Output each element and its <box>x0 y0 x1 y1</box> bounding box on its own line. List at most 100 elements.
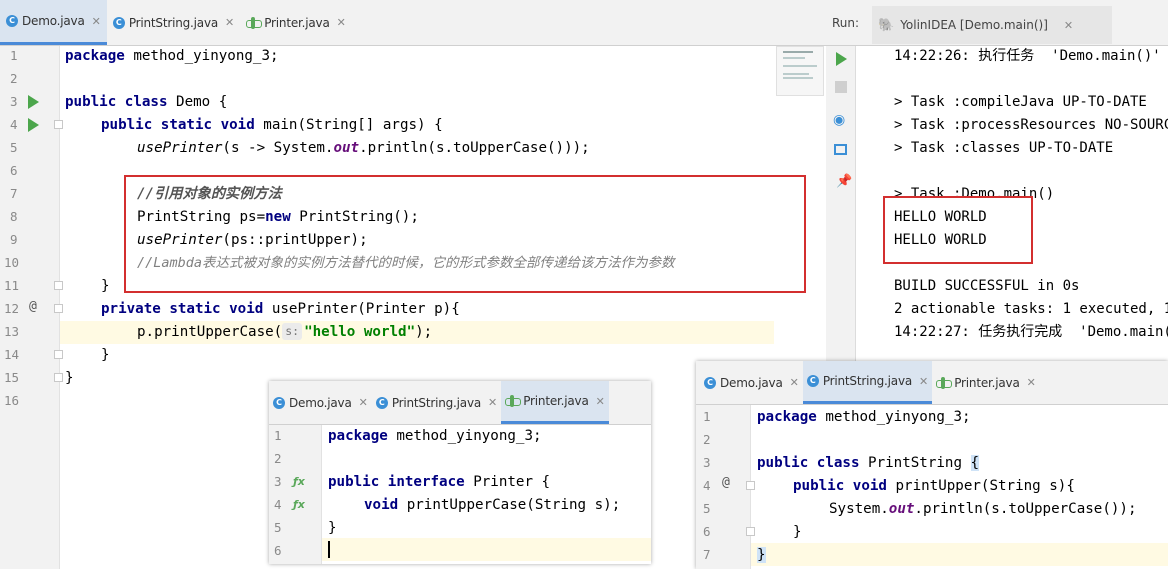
override-icon[interactable]: @ <box>722 475 730 490</box>
tab-label: Printer.java <box>954 375 1020 390</box>
parameter-hint: s: <box>282 323 303 340</box>
printer-editor-tabbar: C Demo.java ✕ C PrintString.java ✕ Print… <box>269 381 651 425</box>
implemented-icon[interactable]: ƒx <box>293 475 305 488</box>
line-number: 4 <box>703 478 711 493</box>
line-number: 5 <box>703 501 711 516</box>
console-line: > Task :compileJava UP-TO-DATE <box>894 94 1147 110</box>
implemented-icon[interactable]: ƒx <box>293 498 305 511</box>
interface-icon <box>246 16 263 29</box>
run-main-icon[interactable] <box>28 118 39 132</box>
class-icon: C <box>704 376 716 389</box>
layout-icon[interactable] <box>834 144 847 155</box>
fold-icon[interactable] <box>746 481 755 490</box>
line-number: 3 <box>703 455 711 470</box>
code-line: package method_yinyong_3; <box>328 428 542 444</box>
matched-brace: { <box>970 455 980 471</box>
close-icon[interactable]: ✕ <box>790 376 799 389</box>
close-icon[interactable]: ✕ <box>92 15 101 28</box>
console-line: > Task :classes UP-TO-DATE <box>894 140 1114 156</box>
close-icon[interactable]: ✕ <box>488 396 497 409</box>
line-number: 4 <box>10 117 18 132</box>
console-line: BUILD SUCCESSFUL in 0s <box>894 278 1080 294</box>
tab-printer-java[interactable]: Printer.java ✕ <box>240 0 352 45</box>
fold-icon[interactable] <box>54 304 63 313</box>
class-icon: C <box>112 16 125 29</box>
run-panel-header: Run: 🐘 YolinIDEA [Demo.main()] ✕ <box>826 0 1168 46</box>
class-icon: C <box>6 15 18 27</box>
code-line: public interface Printer { <box>328 474 551 490</box>
interface-icon <box>505 395 522 407</box>
fold-icon[interactable] <box>746 527 755 536</box>
fold-icon[interactable] <box>54 281 63 290</box>
close-icon[interactable]: ✕ <box>596 395 605 408</box>
printstring-code-editor[interactable]: 1 2 3 4 5 6 7 @ package method_yinyong_3… <box>696 405 1168 569</box>
tab-label: Demo.java <box>22 14 85 28</box>
line-number: 9 <box>10 232 18 247</box>
rerun-icon[interactable] <box>836 52 847 66</box>
line-number: 5 <box>274 520 282 535</box>
line-number: 2 <box>10 71 18 86</box>
line-number: 10 <box>4 255 20 270</box>
pin-icon[interactable]: 📌 <box>836 174 852 189</box>
printstring-editor-tabbar: C Demo.java ✕ C PrintString.java ✕ Print… <box>696 361 1168 405</box>
override-icon[interactable]: @ <box>29 299 37 314</box>
console-line: 14:22:27: 任务执行完成 'Demo.main()' <box>894 324 1168 340</box>
printer-code-editor[interactable]: 1 2 3 4 5 6 ƒx ƒx package method_yinyong… <box>269 425 651 564</box>
current-line-highlight <box>322 538 651 561</box>
close-icon[interactable]: ✕ <box>225 16 234 29</box>
line-number: 11 <box>4 278 20 293</box>
code-line: public class Demo { <box>65 94 228 110</box>
minimap <box>776 46 824 96</box>
tab-label: Printer.java <box>523 394 589 408</box>
fold-icon[interactable] <box>54 120 63 129</box>
fold-icon[interactable] <box>54 350 63 359</box>
line-number: 16 <box>4 393 20 408</box>
tab-demo-java[interactable]: C Demo.java ✕ <box>0 0 107 45</box>
line-number: 12 <box>4 301 20 316</box>
line-number: 7 <box>10 186 18 201</box>
run-tab-label: YolinIDEA [Demo.main()] <box>900 18 1048 32</box>
close-icon[interactable]: ✕ <box>919 375 928 388</box>
tab-demo-java[interactable]: C Demo.java ✕ <box>696 361 803 404</box>
code-line: p.printUpperCase(s: "hello world"); <box>137 323 433 340</box>
line-number: 6 <box>703 524 711 539</box>
line-number: 7 <box>703 547 711 562</box>
class-icon: C <box>806 375 819 387</box>
line-number: 1 <box>703 409 711 424</box>
code-line: package method_yinyong_3; <box>757 409 971 425</box>
tab-demo-java[interactable]: C Demo.java ✕ <box>269 381 372 424</box>
eye-icon[interactable]: ◉ <box>833 112 845 128</box>
stop-icon[interactable] <box>835 81 847 93</box>
code-line: } <box>757 544 766 567</box>
tab-printer-java[interactable]: Printer.java ✕ <box>501 381 609 424</box>
close-icon[interactable]: ✕ <box>359 396 368 409</box>
class-icon: C <box>273 396 285 409</box>
run-config-tab[interactable]: 🐘 YolinIDEA [Demo.main()] ✕ <box>872 6 1112 44</box>
line-number: 1 <box>10 48 18 63</box>
close-icon[interactable]: ✕ <box>1027 376 1036 389</box>
close-icon[interactable]: ✕ <box>1064 19 1073 32</box>
line-number: 2 <box>274 451 282 466</box>
current-line-highlight <box>751 543 1168 566</box>
class-icon: C <box>375 396 388 409</box>
close-icon[interactable]: ✕ <box>337 16 346 29</box>
printer-editor-window: C Demo.java ✕ C PrintString.java ✕ Print… <box>269 381 651 564</box>
console-line: > Task :processResources NO-SOURCE <box>894 117 1168 133</box>
line-number: 4 <box>274 497 282 512</box>
tab-printstring-java[interactable]: C PrintString.java ✕ <box>802 361 933 404</box>
tab-label: PrintString.java <box>128 15 219 30</box>
run-label: Run: <box>832 16 860 30</box>
code-line: void printUpperCase(String s); <box>364 497 621 513</box>
tab-label: PrintString.java <box>822 374 913 388</box>
console-line: 14:22:26: 执行任务 'Demo.main()' <box>894 48 1161 64</box>
code-line: } <box>65 370 74 386</box>
line-number: 14 <box>4 347 20 362</box>
line-number: 1 <box>274 428 282 443</box>
fold-icon[interactable] <box>54 373 63 382</box>
interface-icon <box>936 376 953 389</box>
tab-printstring-java[interactable]: C PrintString.java ✕ <box>107 0 240 45</box>
tab-printstring-java[interactable]: C PrintString.java ✕ <box>372 381 501 424</box>
run-class-icon[interactable] <box>28 95 39 109</box>
code-line: System.out.println(s.toUpperCase()); <box>829 501 1137 517</box>
tab-printer-java[interactable]: Printer.java ✕ <box>932 361 1040 404</box>
